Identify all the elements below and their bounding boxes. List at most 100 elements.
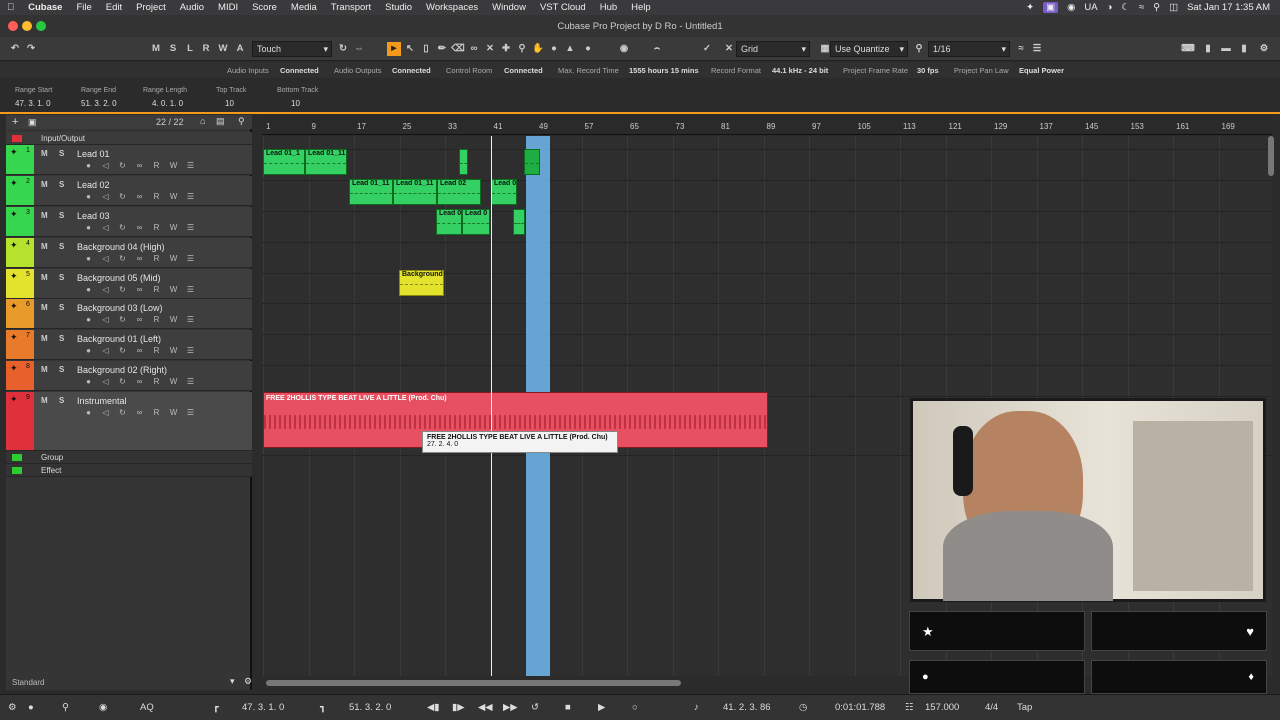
menu-studio[interactable]: Studio — [378, 2, 419, 13]
lower-zone-icon[interactable]: ▬ — [1219, 42, 1233, 56]
timebase-icon[interactable]: ↻ — [116, 285, 129, 294]
menu-help[interactable]: Help — [624, 2, 658, 13]
track-name[interactable]: Lead 01 — [77, 149, 110, 159]
track-row[interactable]: ✦ 5 M S Background 05 (Mid) ● ◁ ↻ ∞ R W ☰ — [6, 269, 252, 299]
solo-button[interactable]: S — [59, 334, 64, 343]
lock-icon[interactable]: ∞ — [133, 223, 146, 232]
track-row[interactable]: ✦ 1 M S Lead 01 ● ◁ ↻ ∞ R W ☰ — [6, 145, 252, 175]
workspace-label[interactable]: Standard — [12, 678, 44, 687]
monitor-icon[interactable]: ◁ — [99, 192, 112, 201]
undo-icon[interactable]: ↶ — [8, 42, 22, 56]
left-locator-icon[interactable]: ┏ — [213, 702, 219, 713]
rewind-button[interactable]: ◀◀ — [478, 702, 493, 713]
timeline-ruler[interactable]: 1 9 17 25 33 41 49 57 65 73 81 89 97 105 113 121 129 137 1… — [262, 117, 1272, 135]
lock-icon[interactable]: ∞ — [133, 346, 146, 355]
monitor-icon[interactable]: ◁ — [99, 285, 112, 294]
vertical-scrollbar[interactable] — [1268, 136, 1274, 176]
track-name[interactable]: Background 04 (High) — [77, 242, 165, 252]
event-lead02-2[interactable]: Lead 01_11 — [393, 179, 437, 205]
event-lead03-1[interactable]: Lead 0 — [436, 209, 462, 235]
track-menu-icon[interactable]: ☰ — [184, 223, 197, 232]
screen-icon[interactable]: ▣ — [1043, 2, 1059, 13]
record-enable-icon[interactable]: ● — [82, 161, 95, 170]
track-row[interactable]: ✦ 8 M S Background 02 (Right) ● ◁ ↻ ∞ R W ☰ — [6, 361, 252, 391]
color-tool[interactable]: ▲ — [563, 42, 577, 56]
apple-icon[interactable]:  — [0, 2, 21, 13]
mute-button[interactable]: M — [41, 211, 48, 220]
read-automation-button[interactable]: R — [150, 223, 163, 232]
timebase-icon[interactable]: ↻ — [116, 192, 129, 201]
solo-button[interactable]: S — [59, 396, 64, 405]
lock-icon[interactable]: ∞ — [133, 285, 146, 294]
time-signature[interactable]: 4/4 — [985, 702, 998, 713]
track-menu-icon[interactable]: ☰ — [184, 315, 197, 324]
timebase-icon[interactable]: ↻ — [116, 315, 129, 324]
lock-icon[interactable]: ∞ — [133, 408, 146, 417]
menu-file[interactable]: File — [69, 2, 98, 13]
record-format[interactable]: 44.1 kHz - 24 bit — [772, 66, 828, 75]
solo-button[interactable]: S — [59, 303, 64, 312]
left-locator[interactable]: 47. 3. 1. 0 — [242, 702, 284, 713]
lock-icon[interactable]: ∞ — [133, 192, 146, 201]
moon-icon[interactable]: ☾ — [1121, 2, 1130, 13]
menu-media[interactable]: Media — [284, 2, 324, 13]
write-automation-button[interactable]: W — [167, 377, 180, 386]
quantize-settings-icon[interactable]: ☰ — [1030, 42, 1044, 56]
write-automation-button[interactable]: W — [167, 315, 180, 324]
sparkle-icon[interactable]: ✦ — [1026, 2, 1034, 13]
sync-icon[interactable]: ◑ — [1107, 2, 1113, 13]
read-automation-button[interactable]: R — [150, 192, 163, 201]
event-lead01-selected[interactable] — [524, 149, 540, 175]
menu-hub[interactable]: Hub — [593, 2, 624, 13]
snap-type-select[interactable]: Grid ▾ — [736, 41, 810, 57]
secondary-time-display[interactable]: 0:01:01.788 — [835, 702, 885, 713]
menu-workspaces[interactable]: Workspaces — [419, 2, 485, 13]
track-name[interactable]: Instrumental — [77, 396, 127, 406]
track-name[interactable]: Lead 03 — [77, 211, 110, 221]
mute-button[interactable]: M — [41, 273, 48, 282]
forward-button[interactable]: ▶▶ — [503, 702, 518, 713]
track-name[interactable]: Lead 02 — [77, 180, 110, 190]
search-icon[interactable]: ⚲ — [1153, 2, 1160, 13]
zoom-window-button[interactable] — [36, 21, 46, 31]
autoscroll-icon[interactable]: ⇔ — [352, 42, 366, 56]
mute-button[interactable]: M — [41, 334, 48, 343]
cycle-button[interactable]: ↺ — [531, 702, 539, 713]
mute-all-button[interactable]: M — [149, 42, 163, 56]
monitor-icon[interactable]: ◁ — [99, 161, 112, 170]
track-presets-icon[interactable]: ▣ — [28, 117, 37, 128]
timebase-icon[interactable]: ↻ — [116, 377, 129, 386]
zoom-tool[interactable]: ∞ — [467, 42, 481, 56]
timebase-icon[interactable]: ↻ — [116, 346, 129, 355]
range-start-value[interactable]: 47. 3. 1. 0 — [15, 99, 51, 108]
menu-window[interactable]: Window — [485, 2, 533, 13]
read-automation-button[interactable]: R — [150, 315, 163, 324]
tracklist-menu-icon[interactable]: ▾ — [230, 676, 235, 687]
event-lead01-small[interactable] — [459, 149, 468, 175]
listen-button[interactable]: L — [183, 42, 197, 56]
erase-tool[interactable]: ⌫ — [451, 42, 465, 56]
write-automation-button[interactable]: W — [167, 254, 180, 263]
track-row[interactable]: ✦ 9 M S Instrumental ● ◁ ↻ ∞ R W ☰ — [6, 392, 252, 451]
timebase-icon[interactable]: ↻ — [116, 161, 129, 170]
timebase-icon[interactable]: ↻ — [116, 254, 129, 263]
read-automation-button[interactable]: R — [150, 161, 163, 170]
right-locator[interactable]: 51. 3. 2. 0 — [349, 702, 391, 713]
automation-panel-button[interactable]: A — [233, 42, 247, 56]
input-output-folder[interactable]: Input/Output — [6, 132, 252, 145]
read-automation-button[interactable]: R — [150, 377, 163, 386]
snap-icon[interactable]: ✕ — [722, 42, 736, 56]
clock[interactable]: Sat Jan 17 1:35 AM — [1187, 2, 1270, 13]
track-menu-icon[interactable]: ☰ — [184, 161, 197, 170]
add-track-icon[interactable]: + — [12, 116, 18, 128]
lock-icon[interactable]: ∞ — [133, 377, 146, 386]
iterative-quantize-icon[interactable]: ≈ — [1014, 42, 1028, 56]
auto-quantize-button[interactable]: AQ — [140, 702, 154, 713]
track-menu-icon[interactable]: ☰ — [184, 192, 197, 201]
event-lead03-3[interactable] — [513, 209, 525, 235]
line-tool[interactable]: ● — [581, 42, 595, 56]
monitor-icon[interactable]: ◁ — [99, 346, 112, 355]
record-enable-icon[interactable]: ● — [82, 285, 95, 294]
track-menu-icon[interactable]: ☰ — [184, 285, 197, 294]
object-selection-tool[interactable]: ► — [387, 42, 401, 56]
